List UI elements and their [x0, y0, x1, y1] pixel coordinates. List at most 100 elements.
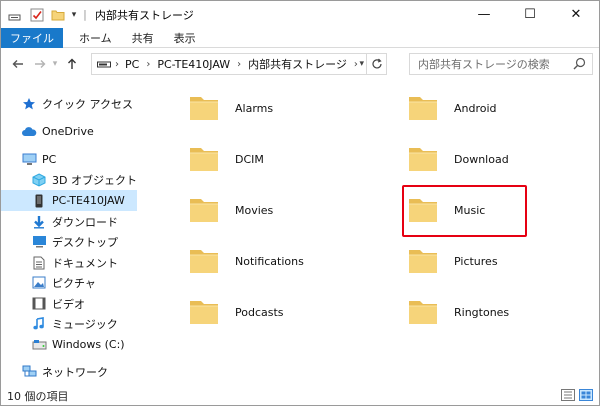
close-button[interactable]: ✕ [553, 1, 599, 28]
folder-name: Movies [235, 203, 274, 217]
nav-item[interactable]: ドキュメント [1, 252, 137, 273]
nav-item[interactable]: OneDrive [1, 121, 137, 142]
folder-icon [190, 199, 218, 222]
folder-name: Notifications [235, 254, 304, 268]
nav-item[interactable]: 3D オブジェクト [1, 169, 137, 190]
folder-name: Podcasts [235, 305, 284, 319]
nav-item[interactable]: ミュージック [1, 313, 137, 334]
music-icon [31, 316, 47, 332]
nav-item[interactable]: PC-TE410JAW [1, 190, 137, 211]
forward-button[interactable] [31, 53, 49, 75]
nav-item[interactable]: デスクトップ [1, 231, 137, 252]
folder-icon [409, 250, 437, 273]
navigation-pane: クイック アクセス OneDrive PC 3D オブジェクト PC-TE410JAW ダ… [1, 87, 167, 381]
new-folder-icon[interactable] [49, 1, 67, 28]
large-icons-view-icon [579, 389, 593, 401]
address-bar[interactable]: › PC › PC-TE410JAW › 内部共有ストレージ › ▾ [91, 53, 387, 75]
nav-item-label: ドキュメント [52, 256, 118, 270]
nav-item-label: 3D オブジェクト [52, 173, 137, 187]
folder-item[interactable]: Podcasts [187, 291, 387, 333]
nav-item[interactable]: PC [1, 149, 137, 170]
nav-item-label: ビデオ [52, 297, 85, 311]
folder-item[interactable]: Notifications [187, 240, 387, 282]
folder-item[interactable]: Download [406, 138, 600, 180]
ribbon-tab[interactable]: 表示 [164, 28, 206, 48]
quick-access-toolbar: ▾ | 内部共有ストレージ [7, 1, 194, 28]
title-bar: ▾ | 内部共有ストレージ — ☐ ✕ [1, 1, 599, 28]
up-button[interactable] [63, 53, 81, 75]
computer-icon [21, 152, 37, 168]
nav-item[interactable]: Windows (C:) [1, 334, 137, 355]
address-row: ▾ › PC › PC-TE410JAW › 内部共有ストレージ › ▾ [1, 49, 599, 79]
title-separator-icon: | [83, 8, 87, 21]
minimize-button[interactable]: — [461, 1, 507, 28]
ribbon-tab[interactable]: 共有 [122, 28, 164, 48]
details-view-icon [561, 389, 575, 401]
address-dropdown-button[interactable]: ▾ [359, 54, 364, 74]
folder-item[interactable]: Ringtones [406, 291, 600, 333]
nav-item-label: PC-TE410JAW [52, 194, 125, 207]
folder-icon [409, 97, 437, 120]
folder-name: DCIM [235, 152, 264, 166]
breadcrumb-item[interactable]: PC [125, 58, 139, 71]
folder-item[interactable]: Pictures [406, 240, 600, 282]
folder-icon [190, 250, 218, 273]
details-view-button[interactable] [561, 389, 575, 404]
search-icon[interactable] [573, 57, 586, 73]
folder-name: Download [454, 152, 509, 166]
download-icon [31, 214, 47, 230]
cloud-icon [21, 124, 37, 140]
video-icon [31, 296, 47, 312]
large-icons-view-button[interactable] [579, 389, 593, 404]
folder-item[interactable]: Android [406, 87, 600, 129]
nav-item[interactable]: クイック アクセス [1, 93, 137, 114]
nav-item[interactable]: ビデオ [1, 293, 137, 314]
nav-item[interactable]: ダウンロード [1, 211, 137, 232]
search-input[interactable] [418, 57, 568, 71]
folder-view: Alarms Android DCIM Download Movies Musi… [177, 87, 597, 381]
arrow-up-icon [68, 58, 76, 69]
pictures-icon [31, 275, 47, 291]
refresh-button[interactable] [366, 54, 386, 74]
maximize-button[interactable]: ☐ [507, 1, 553, 28]
nav-item[interactable]: ネットワーク [1, 361, 137, 382]
device-icon [97, 59, 111, 69]
window-controls: — ☐ ✕ [461, 1, 599, 28]
customize-toolbar-icon[interactable]: ▾ [67, 1, 81, 28]
nav-item-label: ダウンロード [52, 215, 118, 229]
nav-item-label: PC [42, 153, 57, 166]
folder-item[interactable]: DCIM [187, 138, 387, 180]
ribbon-tab[interactable]: ホーム [69, 28, 122, 48]
breadcrumb-item[interactable]: PC-TE410JAW [157, 58, 230, 71]
explorer-window: ▾ | 内部共有ストレージ — ☐ ✕ ファイル ホーム 共有 表示 ▾ › PC › P… [0, 0, 600, 406]
properties-icon[interactable] [27, 1, 47, 28]
nav-item[interactable]: ピクチャ [1, 272, 137, 293]
item-count: 10 個の項目 [7, 390, 69, 403]
back-button[interactable] [9, 53, 27, 75]
nav-item-label: デスクトップ [52, 235, 118, 249]
folder-name: Ringtones [454, 305, 510, 319]
phone-icon [31, 193, 47, 209]
nav-item-label: ミュージック [52, 317, 118, 331]
drive-icon [31, 337, 47, 353]
breadcrumb: PC › PC-TE410JAW › 内部共有ストレージ › [125, 56, 365, 72]
folder-icon [190, 301, 218, 324]
desktop-icon [31, 234, 47, 250]
crumb-separator-icon[interactable]: › [139, 59, 157, 70]
search-box [409, 53, 593, 75]
folder-item[interactable]: Alarms [187, 87, 387, 129]
network-icon [21, 364, 37, 380]
crumb-separator-icon: › [115, 58, 119, 70]
refresh-icon [371, 58, 382, 69]
arrow-left-icon [12, 60, 23, 68]
folder-item[interactable]: Movies [187, 189, 387, 231]
folder-icon [409, 148, 437, 171]
nav-item-label: クイック アクセス [42, 97, 133, 111]
folder-name: Pictures [454, 254, 498, 268]
crumb-separator-icon[interactable]: › [230, 59, 248, 70]
ribbon-tab[interactable]: ファイル [1, 28, 63, 48]
recent-locations-button[interactable]: ▾ [49, 53, 61, 75]
breadcrumb-item[interactable]: 内部共有ストレージ [248, 56, 347, 72]
system-menu-icon[interactable] [7, 1, 23, 28]
nav-item-label: ネットワーク [42, 365, 108, 379]
